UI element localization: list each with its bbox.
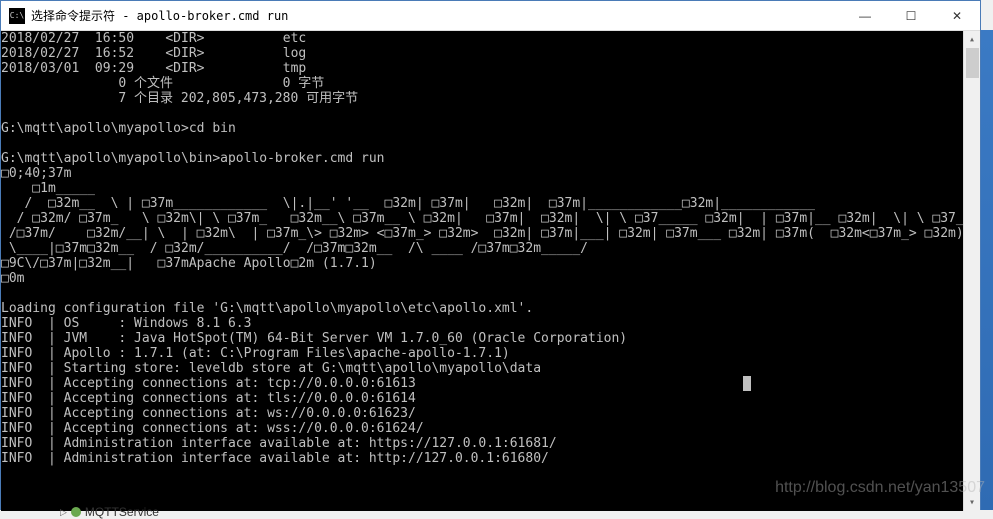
background-window-edge xyxy=(981,30,993,510)
console-client-area: 2018/02/27 16:50 <DIR> etc2018/02/27 16:… xyxy=(1,31,980,511)
vertical-scrollbar[interactable]: ▴ ▾ xyxy=(963,31,980,511)
console-line: INFO | Accepting connections at: ws://0.… xyxy=(1,406,963,421)
close-button[interactable]: ✕ xyxy=(934,1,980,31)
console-line: 2018/02/27 16:50 <DIR> etc xyxy=(1,31,963,46)
console-line: INFO | JVM : Java HotSpot(TM) 64-Bit Ser… xyxy=(1,331,963,346)
window-title: 选择命令提示符 - apollo-broker.cmd run xyxy=(31,7,288,24)
console-line: INFO | OS : Windows 8.1 6.3 xyxy=(1,316,963,331)
console-line: \____|□37m□32m__ / □32m/__________/ /□37… xyxy=(1,241,963,256)
console-line: INFO | Accepting connections at: wss://0… xyxy=(1,421,963,436)
scroll-thumb[interactable] xyxy=(966,48,979,78)
console-line: 7 个目录 202,805,473,280 可用字节 xyxy=(1,91,963,106)
console-line: □9C\/□37m|□32m__| □37mApache Apollo□2m (… xyxy=(1,256,963,271)
maximize-button[interactable]: ☐ xyxy=(888,1,934,31)
console-line: / □32m/ □37m_ \ □32m\| \ □37m_ □32m__\ □… xyxy=(1,211,963,226)
ide-tree-item[interactable]: ▷ MQTTService xyxy=(60,505,159,519)
console-line: 2018/03/01 09:29 <DIR> tmp xyxy=(1,61,963,76)
service-icon xyxy=(71,507,81,517)
minimize-button[interactable]: — xyxy=(842,1,888,31)
titlebar[interactable]: C:\ 选择命令提示符 - apollo-broker.cmd run — ☐ … xyxy=(1,1,980,31)
console-line: Loading configuration file 'G:\mqtt\apol… xyxy=(1,301,963,316)
cmd-window: C:\ 选择命令提示符 - apollo-broker.cmd run — ☐ … xyxy=(0,0,981,510)
console-line xyxy=(1,136,963,151)
console-line: /□37m/ □32m/__| \ | □32m\ | □37m_\> □32m… xyxy=(1,226,963,241)
expand-icon[interactable]: ▷ xyxy=(60,507,67,518)
console-line: □0m xyxy=(1,271,963,286)
text-cursor xyxy=(743,376,751,391)
console-line: □1m_____ xyxy=(1,181,963,196)
console-line: G:\mqtt\apollo\myapollo>cd bin xyxy=(1,121,963,136)
scroll-up-arrow-icon[interactable]: ▴ xyxy=(964,31,980,48)
console-line: / □32m__ \ | □37m____________ \|.|__' '_… xyxy=(1,196,963,211)
console-line: 0 个文件 0 字节 xyxy=(1,76,963,91)
console-line xyxy=(1,286,963,301)
console-line: INFO | Administration interface availabl… xyxy=(1,451,963,466)
scroll-down-arrow-icon[interactable]: ▾ xyxy=(964,494,980,511)
console-line: 2018/02/27 16:52 <DIR> log xyxy=(1,46,963,61)
console-output[interactable]: 2018/02/27 16:50 <DIR> etc2018/02/27 16:… xyxy=(1,31,963,511)
console-line: INFO | Accepting connections at: tcp://0… xyxy=(1,376,963,391)
console-line xyxy=(1,106,963,121)
cmd-icon: C:\ xyxy=(9,8,25,24)
console-line: INFO | Starting store: leveldb store at … xyxy=(1,361,963,376)
tree-item-label: MQTTService xyxy=(85,505,159,519)
console-line: □0;40;37m xyxy=(1,166,963,181)
console-line: INFO | Apollo : 1.7.1 (at: C:\Program Fi… xyxy=(1,346,963,361)
console-line: INFO | Accepting connections at: tls://0… xyxy=(1,391,963,406)
console-line: INFO | Administration interface availabl… xyxy=(1,436,963,451)
console-line: G:\mqtt\apollo\myapollo\bin>apollo-broke… xyxy=(1,151,963,166)
